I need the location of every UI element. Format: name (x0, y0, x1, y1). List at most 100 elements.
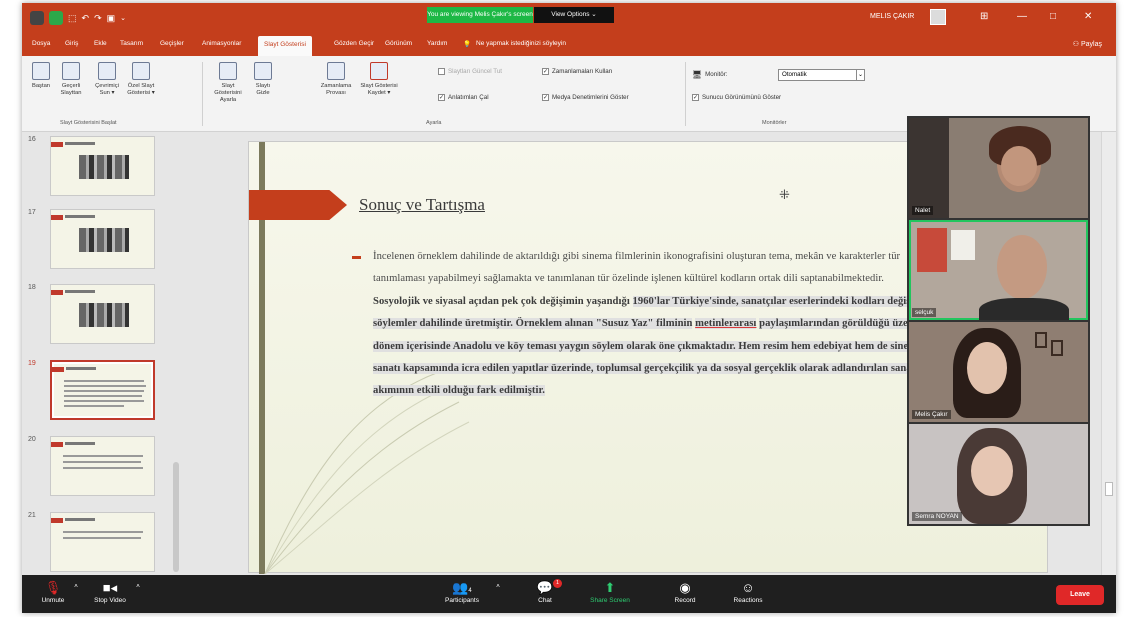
video-options-chevron-icon[interactable]: ˄ (134, 583, 142, 590)
app-icon (30, 11, 44, 25)
set-up-slide-show-button[interactable]: Slayt Gösterisini Ayarla (208, 62, 248, 104)
chevron-down-icon[interactable]: ⌄ (856, 69, 865, 81)
tab-home[interactable]: Giriş (65, 40, 78, 47)
participant-name: Semra NOYAN (912, 512, 962, 521)
scroll-thumb[interactable] (1105, 482, 1113, 496)
slide-thumbnail[interactable] (50, 209, 155, 269)
group-divider (202, 62, 203, 126)
rehearse-timings-button[interactable]: Zamanlama Provası (318, 62, 354, 97)
thumbnail-scrollbar[interactable] (173, 462, 179, 572)
share-button[interactable]: ⚇ Paylaş (1073, 40, 1102, 48)
customize-toolbar-icon[interactable]: ⌄ (120, 14, 126, 22)
button-label: Participants (445, 597, 479, 604)
custom-slide-show-button[interactable]: Özel Slayt Gösterisi ▾ (124, 62, 158, 97)
bullet-icon (352, 256, 361, 259)
presenter-view-checkbox[interactable]: ✓ Sunucu Görünümünü Göster (692, 94, 781, 101)
slide-thumbnail-panel: 16 17 18 19 20 21 (22, 132, 187, 575)
slide-title[interactable]: Sonuç ve Tartışma (359, 195, 485, 215)
tell-me-search[interactable]: Ne yapmak istediğinizi söyleyin (476, 40, 566, 47)
keep-slides-updated-checkbox[interactable]: Slaytları Güncel Tut (438, 68, 502, 75)
participant-body (979, 298, 1069, 320)
tab-help[interactable]: Yardım (427, 40, 447, 47)
record-icon (370, 62, 388, 80)
button-label: Baştan (31, 83, 51, 89)
stop-video-button[interactable]: ■◂ Stop Video (88, 580, 132, 605)
record-button[interactable]: ◉ Record (666, 580, 704, 605)
thumbnail-title (65, 518, 95, 521)
record-slide-show-button[interactable]: Slayt Gösterisi Kaydet ▾ (358, 62, 400, 97)
hide-slide-button[interactable]: Slaytı Gizle (252, 62, 274, 97)
tab-view[interactable]: Görünüm (385, 40, 412, 47)
thumbnail-bar (52, 367, 64, 372)
checkbox-label: Slaytları Güncel Tut (448, 68, 502, 75)
tab-insert[interactable]: Ekle (94, 40, 107, 47)
participants-button[interactable]: 👥4 Participants (434, 581, 490, 605)
body-text-plain: İncelenen örneklem dahilinde de aktarıld… (373, 251, 901, 285)
redo-icon[interactable]: ↷ (94, 13, 102, 24)
tab-animations[interactable]: Animasyonlar (202, 40, 241, 47)
button-label: Record (674, 597, 696, 604)
reactions-button[interactable]: ☺ Reactions (726, 581, 770, 605)
tab-slide-show[interactable]: Slayt Gösterisi (258, 36, 312, 56)
video-camera-icon: ■◂ (102, 580, 118, 595)
slide-thumbnail[interactable] (50, 436, 155, 496)
button-label: Unmute (41, 597, 65, 604)
monitor-label: 🖥 Monitör: (692, 70, 728, 79)
use-timings-checkbox[interactable]: ✓ Zamanlamaları Kullan (542, 68, 612, 75)
thumbnail-title (65, 442, 95, 445)
checkmark-icon: ✓ (542, 94, 549, 101)
undo-icon[interactable]: ↶ (82, 13, 90, 24)
slide-body-text[interactable]: İncelenen örneklem dahilinde de aktarıld… (373, 246, 933, 403)
audio-options-chevron-icon[interactable]: ˄ (72, 583, 80, 590)
monitor-label-text: Monitör: (705, 71, 728, 78)
close-button[interactable]: ✕ (1084, 11, 1092, 22)
monitor-select[interactable]: Otomatik (778, 69, 864, 81)
participants-chevron-icon[interactable]: ˄ (494, 583, 502, 590)
ribbon-display-options-icon[interactable]: ⊞ (980, 11, 988, 22)
slide-thumbnail[interactable] (50, 136, 155, 196)
zoom-icon[interactable] (49, 11, 63, 25)
slide-thumbnail-selected[interactable] (50, 360, 155, 420)
video-tile[interactable]: Nalet (909, 118, 1088, 218)
thumbnail-text-line (64, 385, 146, 387)
video-tile[interactable]: Semra NOYAN (909, 424, 1088, 524)
video-tile[interactable]: Melis Çakır (909, 322, 1088, 422)
account-avatar[interactable] (930, 9, 946, 25)
move-cursor-icon: ⁜ (779, 187, 790, 202)
maximize-button[interactable]: □ (1050, 11, 1056, 22)
poster-shape (917, 228, 947, 272)
tab-review[interactable]: Gözden Geçir (334, 40, 374, 47)
thumbnail-text-line (63, 537, 141, 539)
from-beginning-button[interactable]: Baştan (28, 62, 54, 90)
slide-thumbnail[interactable] (50, 512, 155, 572)
group-label-monitors: Monitörler (762, 120, 787, 126)
save-icon[interactable]: ⬚ (68, 13, 77, 24)
share-screen-button[interactable]: ⬆ Share Screen (584, 581, 636, 605)
record-icon: ◉ (679, 580, 691, 595)
button-label: Zamanlama Provası (320, 83, 352, 96)
checkbox-box (438, 68, 445, 75)
leave-button[interactable]: Leave (1056, 585, 1104, 605)
tab-file[interactable]: Dosya (32, 40, 50, 47)
view-options-button[interactable]: View Options ⌄ (534, 7, 614, 23)
video-tile-active-speaker[interactable]: selçuk (909, 220, 1088, 320)
play-narrations-checkbox[interactable]: ✓ Anlatımları Çal (438, 94, 489, 101)
from-current-slide-button[interactable]: Geçerli Slayttan (56, 62, 86, 97)
muted-mic-icon: 🎙 (44, 580, 62, 595)
editor-scrollbar[interactable] (1101, 132, 1116, 575)
tab-design[interactable]: Tasarım (120, 40, 143, 47)
slide-thumbnail[interactable] (50, 284, 155, 344)
present-from-start-icon[interactable]: ▣ (107, 13, 116, 24)
person-icon: ⚇ (1072, 41, 1081, 48)
unmute-button[interactable]: 🎙 Unmute (36, 580, 70, 605)
show-media-controls-checkbox[interactable]: ✓ Medya Denetimlerini Göster (542, 94, 629, 101)
thumbnail-bar (51, 215, 63, 220)
account-name[interactable]: MELIS ÇAKIR (870, 13, 914, 20)
tab-transitions[interactable]: Geçişler (160, 40, 184, 47)
thumbnail-title (65, 215, 95, 218)
setup-icon (219, 62, 237, 80)
thumbnail-text-line (64, 380, 144, 382)
checkmark-icon: ✓ (542, 68, 549, 75)
minimize-button[interactable]: — (1017, 11, 1027, 22)
present-online-button[interactable]: Çevrimiçi Sun ▾ (92, 62, 122, 97)
